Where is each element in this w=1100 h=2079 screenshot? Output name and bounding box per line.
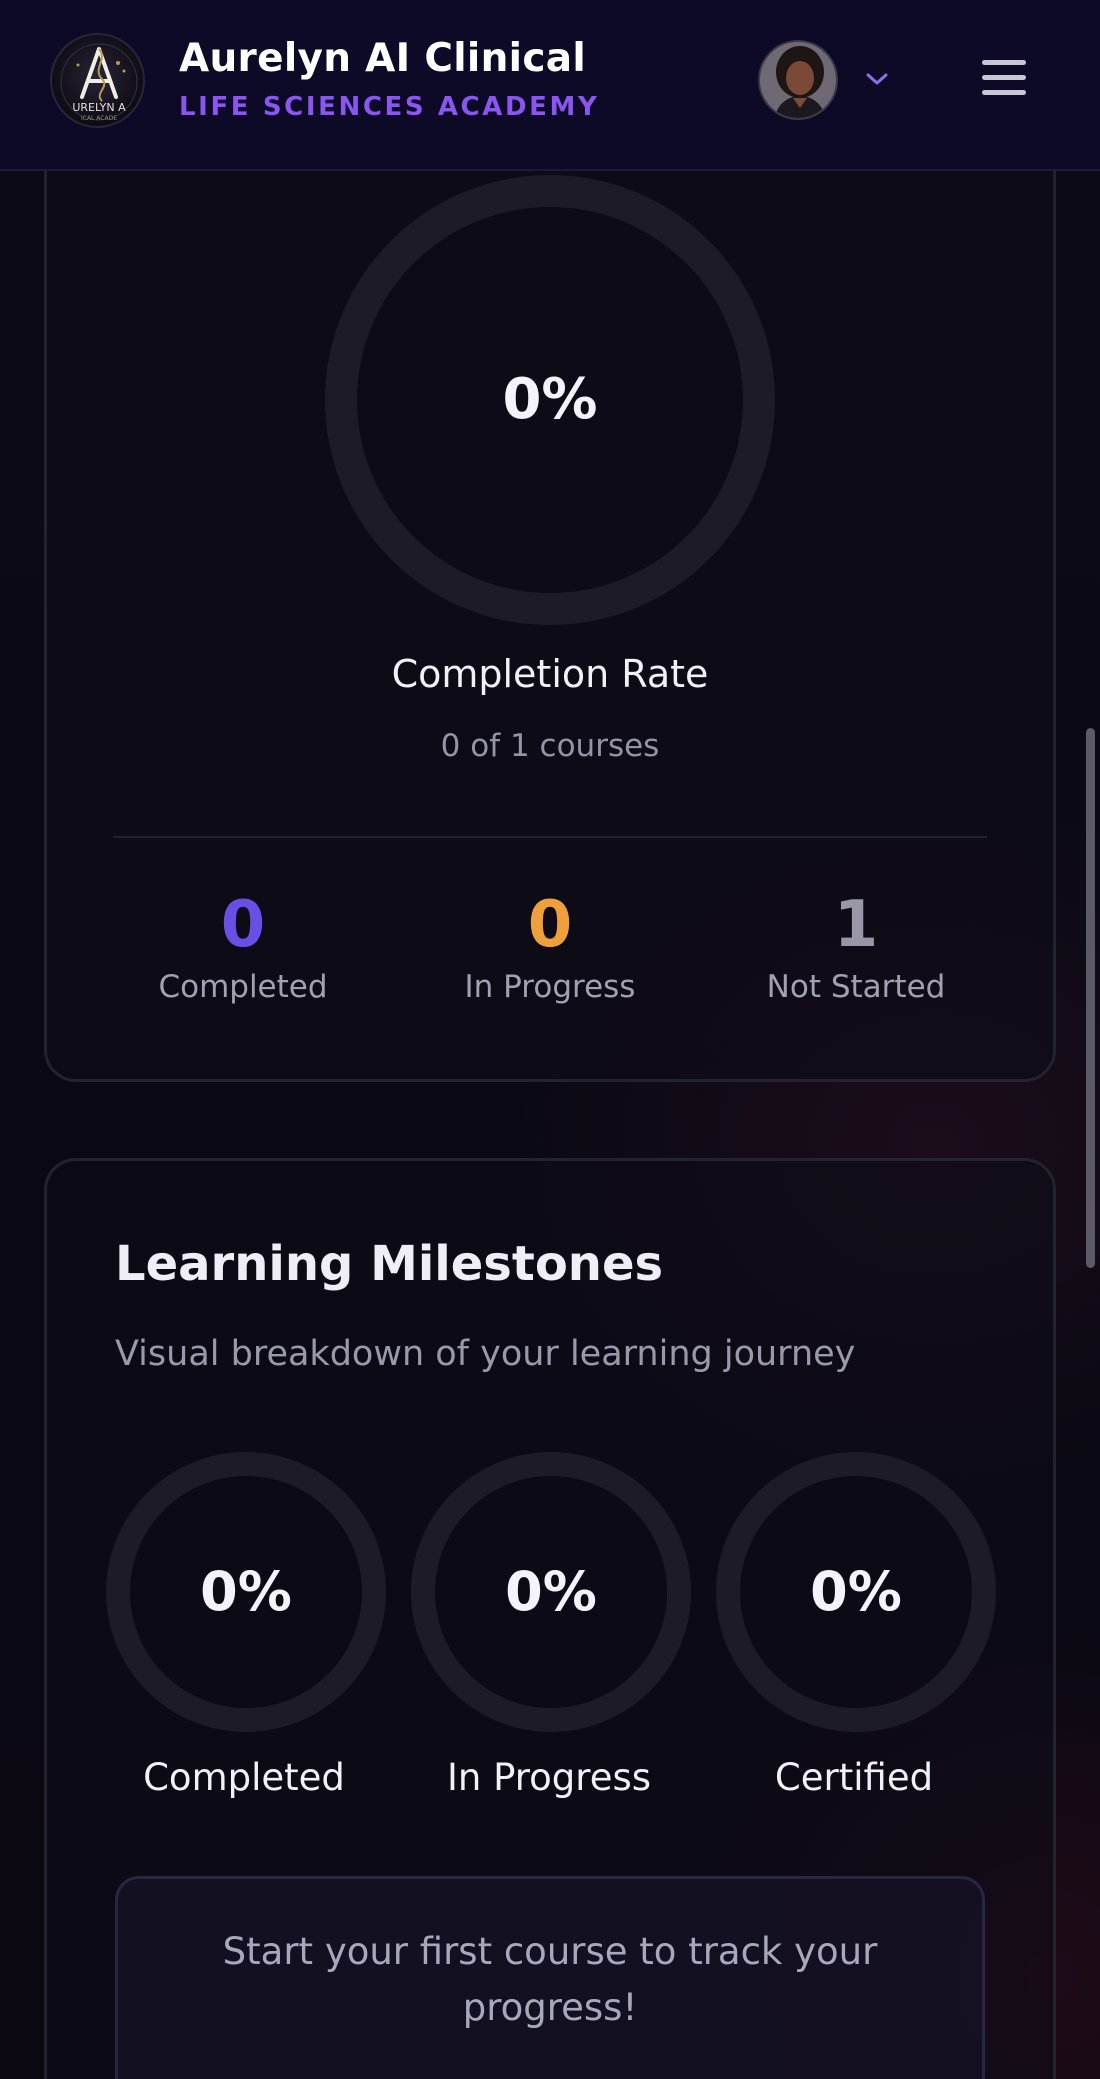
stat-completed: 0 Completed — [113, 885, 373, 1005]
chevron-down-icon[interactable] — [862, 64, 892, 94]
app-title: Aurelyn AI Clinical — [179, 36, 587, 81]
milestone-certified-label: Certified — [774, 1756, 934, 1799]
milestones-title: Learning Milestones — [115, 1236, 664, 1292]
stat-not-started: 1 Not Started — [726, 885, 986, 1005]
app-subtitle: LIFE SCIENCES ACADEMY — [179, 92, 600, 122]
scrollbar-thumb[interactable] — [1086, 728, 1095, 1268]
milestones-subtitle: Visual breakdown of your learning journe… — [115, 1334, 856, 1374]
start-course-prompt-text: Start your first course to track your pr… — [222, 1930, 878, 2029]
milestone-completed-label: Completed — [143, 1756, 345, 1799]
milestone-ring-in-progress: 0% — [409, 1450, 693, 1734]
stat-not-started-label: Not Started — [766, 969, 946, 1005]
milestone-in-progress-label: In Progress — [446, 1756, 652, 1799]
stat-not-started-value: 1 — [833, 888, 879, 962]
svg-text:ICAL ACADE: ICAL ACADE — [81, 115, 117, 122]
stat-in-progress-value: 0 — [527, 888, 573, 962]
milestone-ring-completed: 0% — [104, 1450, 388, 1734]
aurelyn-logo-icon[interactable]: URELYN A ICAL ACADE — [50, 33, 145, 128]
milestone-ring-certified: 0% — [714, 1450, 998, 1734]
stats-divider — [113, 836, 987, 838]
completion-rate-ring: 0% — [325, 175, 775, 625]
stat-in-progress-label: In Progress — [464, 969, 636, 1005]
completion-rate-label: Completion Rate — [391, 652, 709, 696]
progress-page: URELYN A ICAL ACADE Aurelyn AI Clinical … — [0, 0, 1100, 2079]
stat-completed-value: 0 — [220, 888, 266, 962]
stat-completed-label: Completed — [158, 969, 328, 1005]
completion-rate-value: 0% — [502, 367, 598, 432]
courses-count-text: 0 of 1 courses — [440, 728, 660, 764]
milestone-completed-value: 0% — [200, 1560, 292, 1623]
milestone-in-progress-value: 0% — [505, 1560, 597, 1623]
svg-text:URELYN A: URELYN A — [72, 101, 126, 114]
milestone-certified-value: 0% — [810, 1560, 902, 1623]
user-avatar-icon[interactable] — [758, 40, 838, 120]
stat-in-progress: 0 In Progress — [420, 885, 680, 1005]
hamburger-menu-icon[interactable] — [980, 58, 1028, 98]
app-header: URELYN A ICAL ACADE Aurelyn AI Clinical … — [0, 0, 1100, 171]
